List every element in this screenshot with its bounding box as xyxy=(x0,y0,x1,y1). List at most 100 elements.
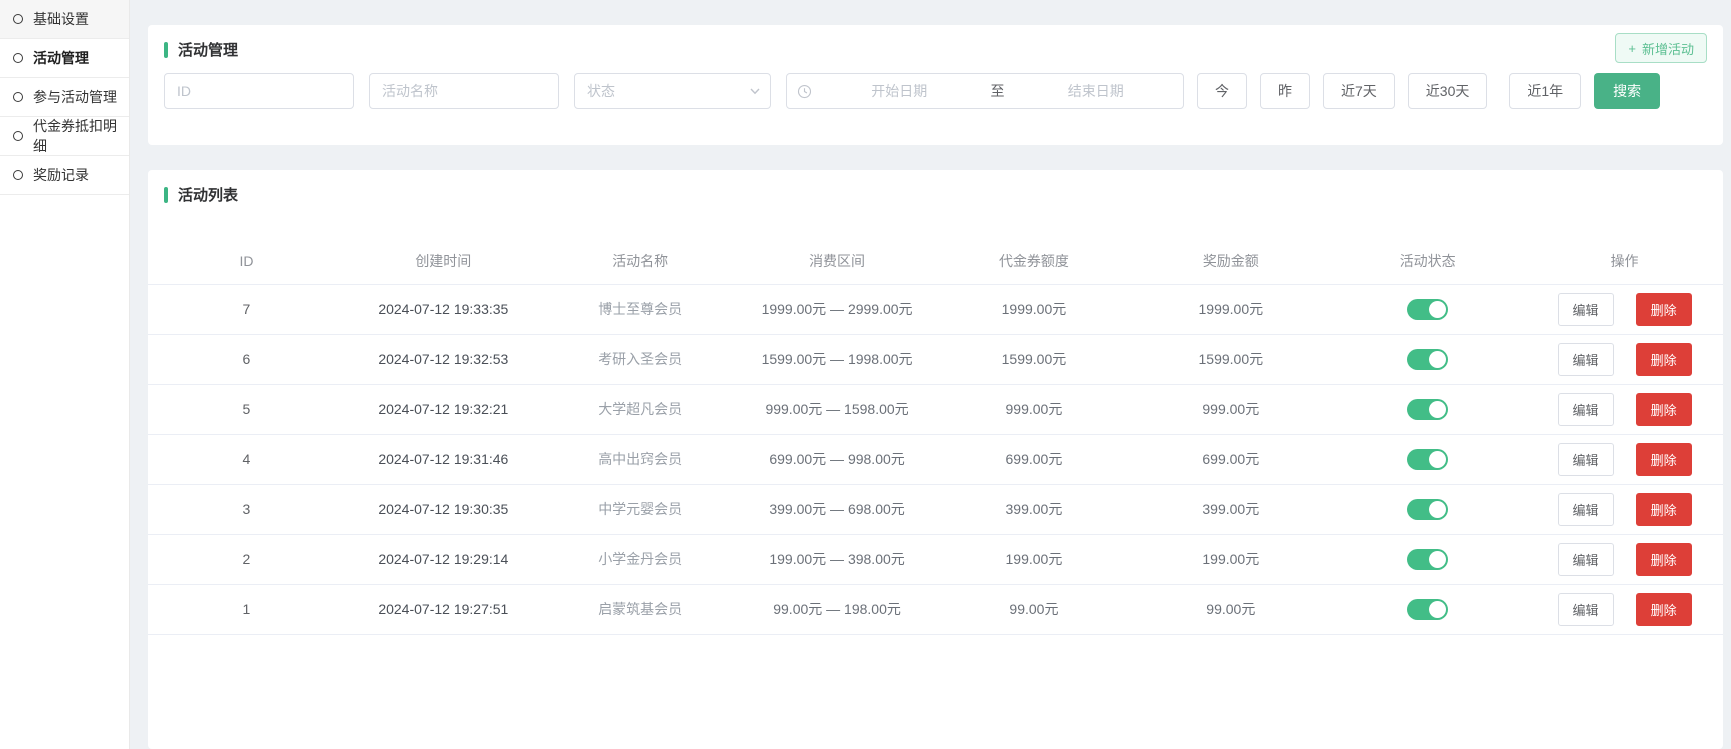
cell-actions: 编辑删除 xyxy=(1526,484,1723,534)
edit-button[interactable]: 编辑 xyxy=(1558,543,1614,576)
cell-coupon: 999.00元 xyxy=(936,384,1133,434)
delete-button[interactable]: 删除 xyxy=(1636,493,1692,526)
cell-created: 2024-07-12 19:29:14 xyxy=(345,534,542,584)
activity-table: ID创建时间活动名称消费区间代金券额度奖励金额活动状态操作 72024-07-1… xyxy=(148,239,1723,635)
cell-reward: 99.00元 xyxy=(1132,584,1329,634)
activity-list-card: 活动列表 ID创建时间活动名称消费区间代金券额度奖励金额活动状态操作 72024… xyxy=(148,170,1723,749)
cell-actions: 编辑删除 xyxy=(1526,534,1723,584)
cell-id: 2 xyxy=(148,534,345,584)
toggle-knob xyxy=(1429,351,1446,368)
list-title: 活动列表 xyxy=(178,184,238,205)
cell-status xyxy=(1329,484,1526,534)
delete-button[interactable]: 删除 xyxy=(1636,443,1692,476)
quick-date-button-today[interactable]: 今 xyxy=(1197,73,1247,109)
column-header: 活动状态 xyxy=(1329,239,1526,284)
cell-name: 中学元婴会员 xyxy=(542,484,739,534)
start-date-placeholder[interactable]: 开始日期 xyxy=(812,81,987,101)
search-button[interactable]: 搜索 xyxy=(1594,73,1660,109)
cell-created: 2024-07-12 19:32:21 xyxy=(345,384,542,434)
table-row: 42024-07-12 19:31:46高中出窍会员699.00元 — 998.… xyxy=(148,434,1723,484)
cell-actions: 编辑删除 xyxy=(1526,334,1723,384)
cell-reward: 999.00元 xyxy=(1132,384,1329,434)
table-row: 72024-07-12 19:33:35博士至尊会员1999.00元 — 299… xyxy=(148,284,1723,334)
delete-button[interactable]: 删除 xyxy=(1636,393,1692,426)
quick-date-button-yesterday[interactable]: 昨 xyxy=(1260,73,1310,109)
edit-button[interactable]: 编辑 xyxy=(1558,393,1614,426)
cell-range: 399.00元 — 698.00元 xyxy=(739,484,936,534)
toggle-knob xyxy=(1429,401,1446,418)
cell-actions: 编辑删除 xyxy=(1526,284,1723,334)
activity-status-toggle[interactable] xyxy=(1407,499,1448,520)
sidebar-item-label: 基础设置 xyxy=(33,9,89,29)
activity-status-toggle[interactable] xyxy=(1407,349,1448,370)
toggle-knob xyxy=(1429,551,1446,568)
activity-management-title: 活动管理 xyxy=(148,25,1723,60)
edit-button[interactable]: 编辑 xyxy=(1558,443,1614,476)
table-row: 32024-07-12 19:30:35中学元婴会员399.00元 — 698.… xyxy=(148,484,1723,534)
table-row: 12024-07-12 19:27:51启蒙筑基会员99.00元 — 198.0… xyxy=(148,584,1723,634)
column-header: 消费区间 xyxy=(739,239,936,284)
status-select[interactable]: 状态 xyxy=(574,73,771,109)
cell-range: 99.00元 — 198.00元 xyxy=(739,584,936,634)
delete-button[interactable]: 删除 xyxy=(1636,343,1692,376)
sidebar-item-1[interactable]: 基础设置 xyxy=(0,0,129,39)
cell-id: 1 xyxy=(148,584,345,634)
circle-icon xyxy=(13,92,23,102)
title-accent-bar xyxy=(164,42,168,58)
cell-reward: 1999.00元 xyxy=(1132,284,1329,334)
table-row: 52024-07-12 19:32:21大学超凡会员999.00元 — 1598… xyxy=(148,384,1723,434)
toggle-knob xyxy=(1429,501,1446,518)
add-activity-label: 新增活动 xyxy=(1642,39,1694,58)
activity-status-toggle[interactable] xyxy=(1407,399,1448,420)
sidebar-item-2[interactable]: 活动管理 xyxy=(0,39,129,78)
quick-date-button-last-30-days[interactable]: 近30天 xyxy=(1408,73,1488,109)
status-select-placeholder: 状态 xyxy=(587,81,615,101)
delete-button[interactable]: 删除 xyxy=(1636,293,1692,326)
cell-status xyxy=(1329,384,1526,434)
cell-actions: 编辑删除 xyxy=(1526,584,1723,634)
title-accent-bar xyxy=(164,187,168,203)
cell-actions: 编辑删除 xyxy=(1526,434,1723,484)
cell-created: 2024-07-12 19:27:51 xyxy=(345,584,542,634)
cell-reward: 199.00元 xyxy=(1132,534,1329,584)
cell-reward: 399.00元 xyxy=(1132,484,1329,534)
id-filter-input[interactable] xyxy=(164,73,354,109)
cell-status xyxy=(1329,534,1526,584)
delete-button[interactable]: 删除 xyxy=(1636,593,1692,626)
column-header: 创建时间 xyxy=(345,239,542,284)
cell-id: 5 xyxy=(148,384,345,434)
cell-status xyxy=(1329,334,1526,384)
column-header: 代金券额度 xyxy=(936,239,1133,284)
cell-status xyxy=(1329,284,1526,334)
cell-coupon: 1599.00元 xyxy=(936,334,1133,384)
end-date-placeholder[interactable]: 结束日期 xyxy=(1009,81,1184,101)
date-range-picker[interactable]: 开始日期 至 结束日期 xyxy=(786,73,1184,109)
cell-reward: 1599.00元 xyxy=(1132,334,1329,384)
cell-status xyxy=(1329,584,1526,634)
activity-status-toggle[interactable] xyxy=(1407,449,1448,470)
edit-button[interactable]: 编辑 xyxy=(1558,493,1614,526)
cell-status xyxy=(1329,434,1526,484)
toggle-knob xyxy=(1429,301,1446,318)
activity-name-filter-input[interactable] xyxy=(369,73,559,109)
circle-icon xyxy=(13,53,23,63)
edit-button[interactable]: 编辑 xyxy=(1558,593,1614,626)
cell-id: 3 xyxy=(148,484,345,534)
toggle-knob xyxy=(1429,601,1446,618)
delete-button[interactable]: 删除 xyxy=(1636,543,1692,576)
sidebar-item-3[interactable]: 参与活动管理 xyxy=(0,78,129,117)
quick-date-button-last-7-days[interactable]: 近7天 xyxy=(1323,73,1395,109)
main-content: 活动管理 + 新增活动 状态 开始日期 xyxy=(148,0,1723,749)
sidebar-item-5[interactable]: 奖励记录 xyxy=(0,156,129,195)
quick-date-button-last-1-year[interactable]: 近1年 xyxy=(1509,73,1581,109)
edit-button[interactable]: 编辑 xyxy=(1558,343,1614,376)
add-activity-button[interactable]: + 新增活动 xyxy=(1615,33,1707,63)
cell-reward: 699.00元 xyxy=(1132,434,1329,484)
activity-status-toggle[interactable] xyxy=(1407,549,1448,570)
cell-range: 699.00元 — 998.00元 xyxy=(739,434,936,484)
activity-status-toggle[interactable] xyxy=(1407,599,1448,620)
edit-button[interactable]: 编辑 xyxy=(1558,293,1614,326)
cell-name: 考研入圣会员 xyxy=(542,334,739,384)
activity-status-toggle[interactable] xyxy=(1407,299,1448,320)
sidebar-item-4[interactable]: 代金券抵扣明细 xyxy=(0,117,129,156)
